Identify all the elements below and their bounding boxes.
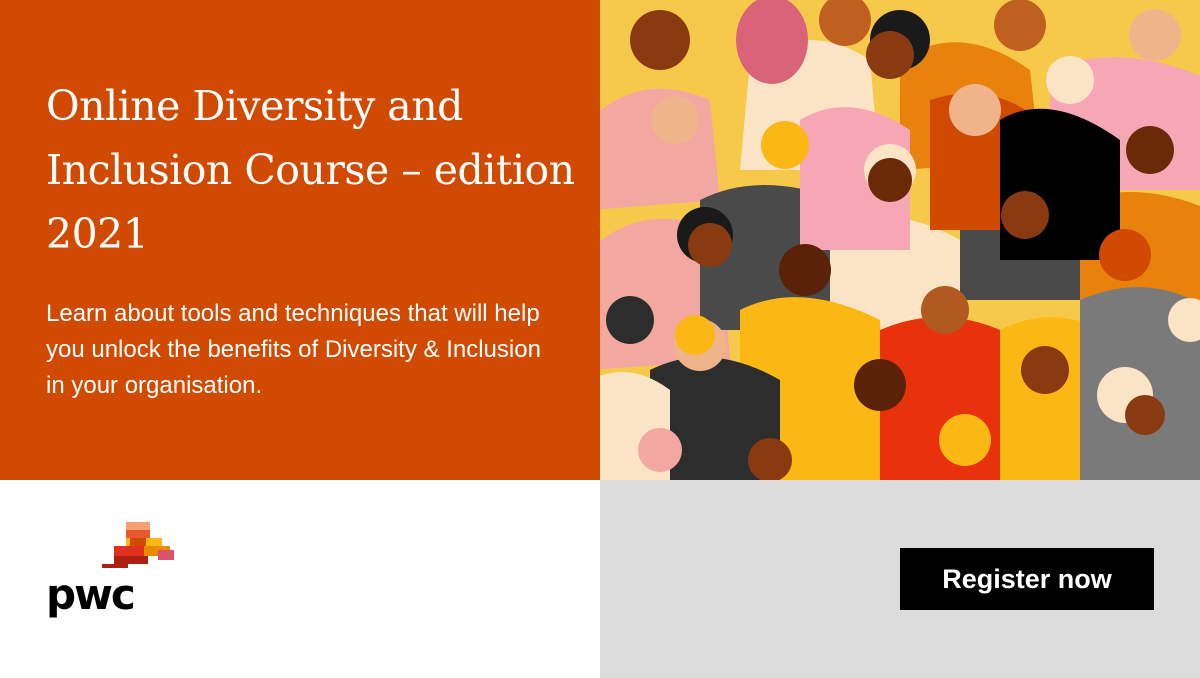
course-title: Online Diversity and Inclusion Course – … [46,82,575,258]
hero-text-panel: Online Diversity and Inclusion Course – … [0,0,600,480]
pwc-logo: pwc [44,522,174,622]
pwc-wordmark: pwc [46,570,136,619]
register-now-button[interactable]: Register now [900,548,1154,610]
course-description: Learn about tools and techniques that wi… [46,300,541,399]
crowd-illustration [600,0,1200,480]
pwc-logo-blocks-icon [102,522,174,568]
